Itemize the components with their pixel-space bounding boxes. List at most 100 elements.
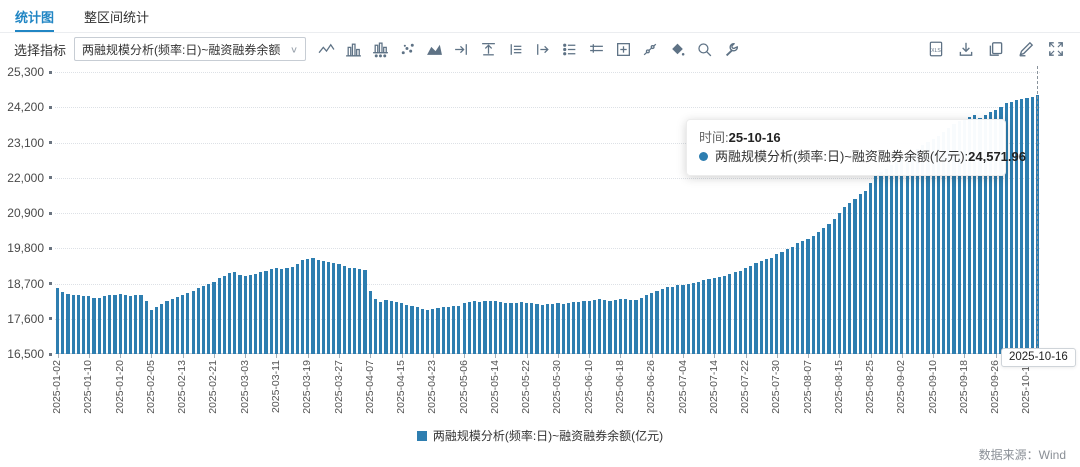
scatter-chart-icon[interactable] xyxy=(397,39,418,60)
data-bar[interactable] xyxy=(463,303,466,354)
data-bar[interactable] xyxy=(155,307,158,354)
data-bar[interactable] xyxy=(864,191,867,354)
data-bar[interactable] xyxy=(494,301,497,354)
edit-icon[interactable] xyxy=(1015,39,1036,60)
data-bar[interactable] xyxy=(280,269,283,354)
data-bar[interactable] xyxy=(108,295,111,354)
data-bar[interactable] xyxy=(72,295,75,354)
indicator-select[interactable]: 两融规模分析(频率:日)~融资融券余额(... ∨ xyxy=(74,37,306,61)
data-bar[interactable] xyxy=(629,300,632,354)
data-bar[interactable] xyxy=(405,305,408,354)
data-bar[interactable] xyxy=(270,269,273,354)
data-bar[interactable] xyxy=(119,294,122,354)
data-bar[interactable] xyxy=(833,219,836,354)
data-bar[interactable] xyxy=(77,295,80,354)
data-bar[interactable] xyxy=(254,274,257,354)
data-bar[interactable] xyxy=(363,270,366,354)
data-bar[interactable] xyxy=(1020,99,1023,354)
data-bar[interactable] xyxy=(82,296,85,354)
data-bar[interactable] xyxy=(713,278,716,354)
data-bar[interactable] xyxy=(619,299,622,354)
data-bar[interactable] xyxy=(900,158,903,354)
data-bar[interactable] xyxy=(634,300,637,354)
data-bar[interactable] xyxy=(593,300,596,355)
data-bar[interactable] xyxy=(56,288,59,354)
data-bar[interactable] xyxy=(124,295,127,354)
histogram-icon[interactable] xyxy=(370,39,391,60)
add-box-icon[interactable] xyxy=(613,39,634,60)
data-bar[interactable] xyxy=(249,275,252,354)
data-bar[interactable] xyxy=(181,295,184,354)
data-bar[interactable] xyxy=(171,299,174,354)
data-bar[interactable] xyxy=(661,289,664,354)
data-bar[interactable] xyxy=(332,263,335,354)
data-bar[interactable] xyxy=(734,272,737,354)
left-axis-list-icon[interactable] xyxy=(505,39,526,60)
data-bar[interactable] xyxy=(692,283,695,354)
data-bar[interactable] xyxy=(827,224,830,354)
data-bar[interactable] xyxy=(895,162,898,354)
data-bar[interactable] xyxy=(291,267,294,355)
trendline-icon[interactable] xyxy=(640,39,661,60)
data-bar[interactable] xyxy=(645,295,648,354)
line-chart-icon[interactable] xyxy=(316,39,337,60)
data-bar[interactable] xyxy=(650,293,653,354)
right-axis-icon[interactable] xyxy=(532,39,553,60)
data-bar[interactable] xyxy=(879,172,882,354)
data-bar[interactable] xyxy=(416,307,419,354)
data-bar[interactable] xyxy=(1025,98,1028,354)
data-bar[interactable] xyxy=(853,199,856,354)
data-bar[interactable] xyxy=(723,276,726,354)
area-chart-icon[interactable] xyxy=(424,39,445,60)
data-bar[interactable] xyxy=(921,145,924,354)
data-bar[interactable] xyxy=(87,296,90,354)
data-bar[interactable] xyxy=(212,282,215,354)
data-bar[interactable] xyxy=(801,241,804,354)
data-bar[interactable] xyxy=(103,296,106,354)
data-bar[interactable] xyxy=(218,278,221,354)
data-bar[interactable] xyxy=(541,305,544,354)
data-bar[interactable] xyxy=(426,310,429,354)
data-bar[interactable] xyxy=(655,291,658,355)
data-bar[interactable] xyxy=(869,183,872,354)
data-bar[interactable] xyxy=(436,308,439,355)
data-bar[interactable] xyxy=(296,264,299,354)
data-bar[interactable] xyxy=(739,271,742,354)
data-bar[interactable] xyxy=(410,306,413,354)
data-bar[interactable] xyxy=(582,301,585,354)
data-bar[interactable] xyxy=(478,302,481,354)
list-icon[interactable] xyxy=(586,39,607,60)
data-bar[interactable] xyxy=(442,307,445,354)
data-bar[interactable] xyxy=(614,300,617,355)
settings-wrench-icon[interactable] xyxy=(721,39,742,60)
data-bar[interactable] xyxy=(452,306,455,354)
data-bar[interactable] xyxy=(812,236,815,354)
data-bar[interactable] xyxy=(916,149,919,354)
ordered-list-icon[interactable] xyxy=(559,39,580,60)
data-bar[interactable] xyxy=(588,301,591,355)
data-bar[interactable] xyxy=(551,304,554,354)
data-bar[interactable] xyxy=(358,269,361,354)
data-bar[interactable] xyxy=(489,301,492,354)
data-bar[interactable] xyxy=(676,285,679,354)
data-bar[interactable] xyxy=(640,298,643,354)
data-bar[interactable] xyxy=(687,284,690,354)
data-bar[interactable] xyxy=(624,299,627,354)
data-bar[interactable] xyxy=(384,300,387,354)
data-bar[interactable] xyxy=(343,266,346,354)
data-bar[interactable] xyxy=(129,296,132,354)
data-bar[interactable] xyxy=(775,254,778,354)
data-bar[interactable] xyxy=(671,287,674,354)
data-bar[interactable] xyxy=(327,262,330,354)
data-bar[interactable] xyxy=(525,303,528,354)
data-bar[interactable] xyxy=(61,292,64,354)
data-bar[interactable] xyxy=(317,260,320,354)
data-bar[interactable] xyxy=(275,268,278,355)
data-bar[interactable] xyxy=(150,310,153,354)
export-xls-icon[interactable]: XLS xyxy=(925,39,946,60)
data-bar[interactable] xyxy=(786,249,789,354)
plot-area[interactable] xyxy=(55,72,1040,354)
data-bar[interactable] xyxy=(447,307,450,354)
data-bar[interactable] xyxy=(369,291,372,355)
data-bar[interactable] xyxy=(666,287,669,354)
